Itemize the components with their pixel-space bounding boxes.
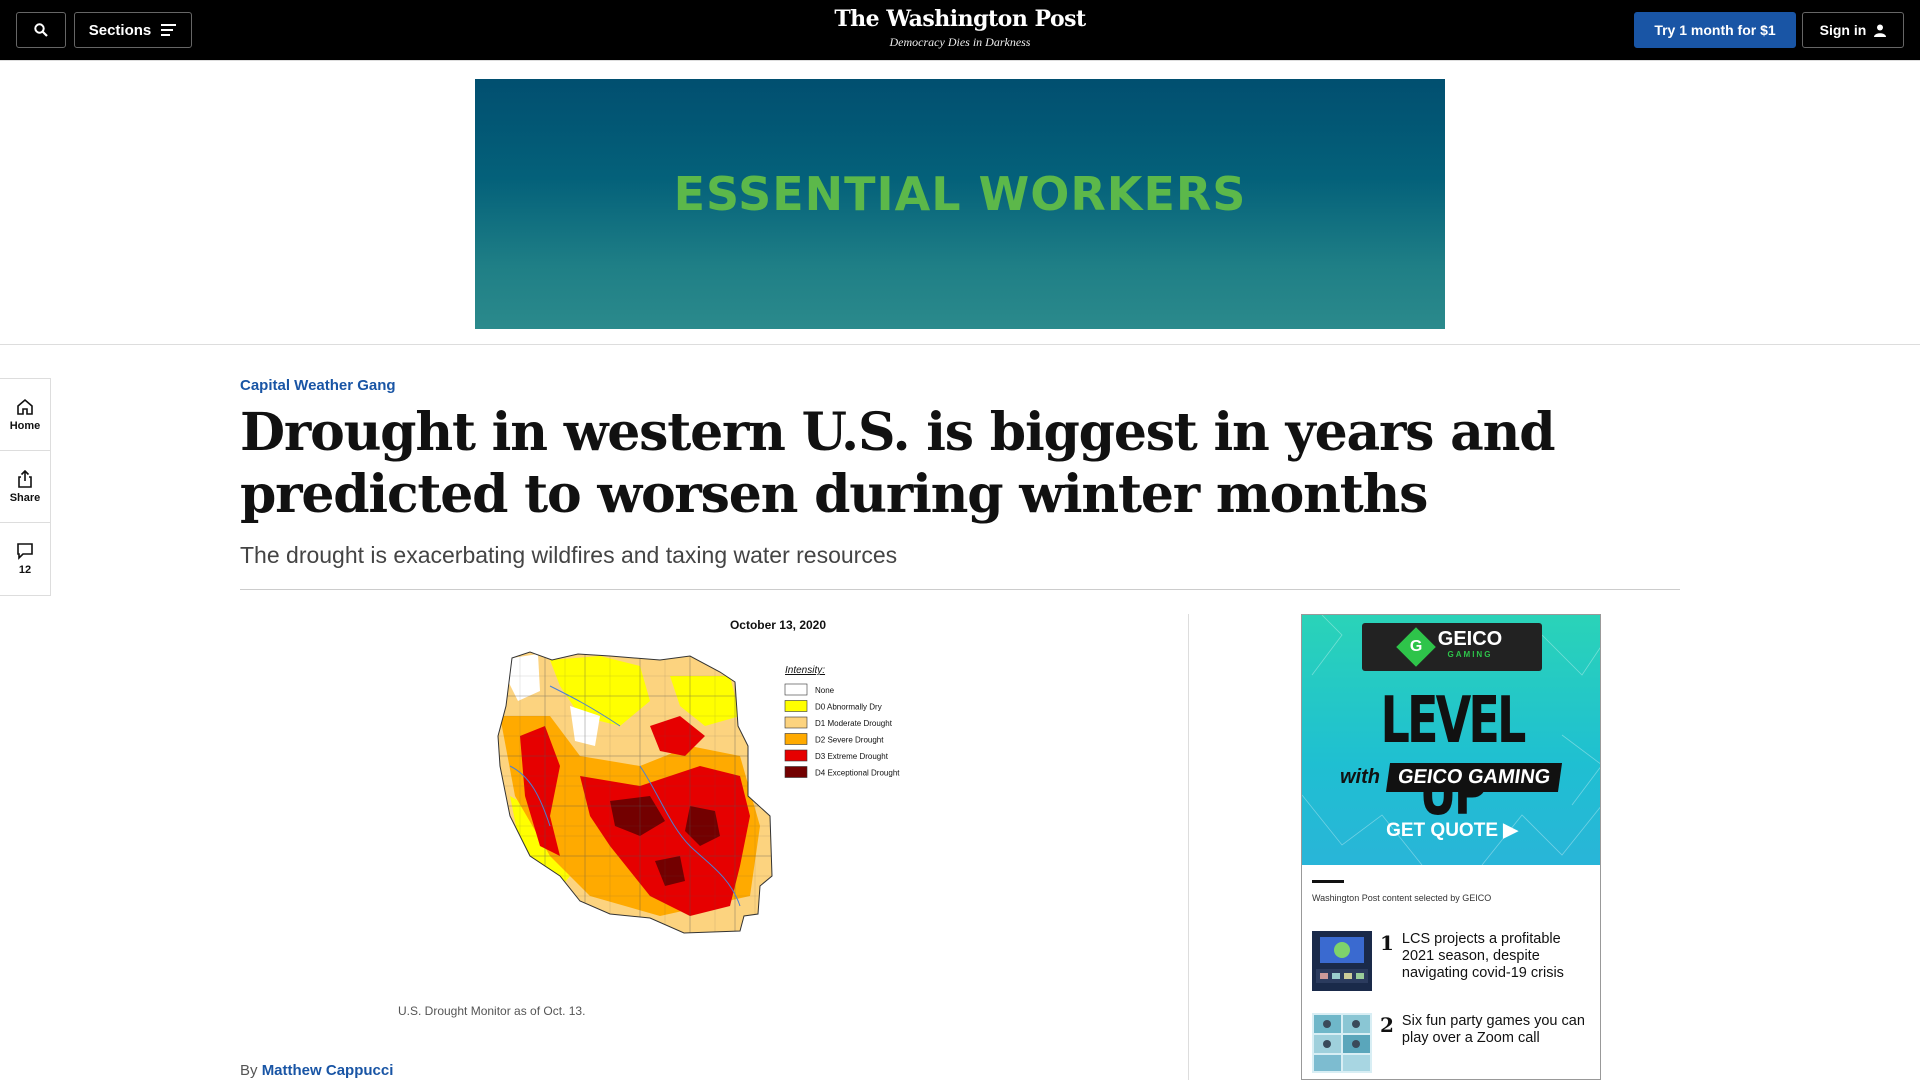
rail-share-label: Share bbox=[9, 491, 41, 504]
share-icon bbox=[18, 469, 32, 488]
section-kicker-link[interactable]: Capital Weather Gang bbox=[240, 377, 396, 394]
legend-label: None bbox=[815, 686, 835, 695]
sidebar-ad: G GEICO GAMING LEVEL UP with GEICO GAMING… bbox=[1301, 614, 1601, 1080]
ad-section-bar bbox=[1312, 880, 1344, 883]
legend-label: D1 Moderate Drought bbox=[815, 719, 893, 728]
top-navigation-bar: Sections The Washington Post Democracy D… bbox=[0, 0, 1920, 60]
geico-g-icon: G bbox=[1395, 627, 1436, 667]
geico-logo: G GEICO GAMING bbox=[1362, 623, 1542, 671]
story-number: 1 bbox=[1380, 931, 1394, 955]
legend-title: Intensity: bbox=[785, 665, 825, 676]
legend-swatch bbox=[784, 766, 808, 778]
banner-ad[interactable]: ESSENTIAL WORKERS bbox=[475, 79, 1445, 329]
legend-label: D3 Extreme Drought bbox=[815, 752, 889, 761]
search-icon bbox=[34, 23, 48, 37]
rail-home-button[interactable]: Home bbox=[0, 379, 50, 451]
logo-name: The Washington Post bbox=[834, 6, 1086, 32]
ad-story-item[interactable]: 1 LCS projects a profitable 2021 season,… bbox=[1312, 931, 1592, 991]
rail-comments-button[interactable]: 12 bbox=[0, 523, 50, 595]
ad-with-brand: GEICO GAMING bbox=[1385, 763, 1563, 792]
banner-ad-container: ESSENTIAL WORKERS bbox=[0, 60, 1920, 345]
ad-selected-by: Washington Post content selected by GEIC… bbox=[1312, 893, 1492, 903]
byline-prefix: By bbox=[240, 1062, 258, 1079]
story-title: Six fun party games you can play over a … bbox=[1401, 1013, 1585, 1046]
search-button[interactable] bbox=[16, 12, 66, 48]
home-icon bbox=[17, 398, 33, 415]
ad-story-item[interactable]: 2 Six fun party games you can play over … bbox=[1312, 1013, 1592, 1073]
column-divider bbox=[1188, 614, 1189, 1080]
legend-label: D0 Abnormally Dry bbox=[815, 703, 882, 712]
sections-menu-button[interactable]: Sections bbox=[74, 12, 192, 48]
subscribe-button[interactable]: Try 1 month for $1 bbox=[1634, 12, 1796, 48]
drought-map-image: Intensity: None D0 Abnormally Dry D1 Moder… bbox=[497, 651, 900, 934]
legend-swatch bbox=[784, 683, 808, 696]
legend-swatch bbox=[784, 716, 808, 729]
get-quote-button[interactable]: GET QUOTE ▶ bbox=[1302, 819, 1600, 842]
map-date: October 13, 2020 bbox=[729, 618, 827, 632]
story-title: LCS projects a profitable 2021 season, d… bbox=[1401, 931, 1564, 981]
drought-map-figure: October 13, 2020 Intensity: None D0 Abno… bbox=[240, 614, 1240, 1024]
sign-in-label: Sign in bbox=[1819, 22, 1867, 38]
legend-label: D2 Severe Drought bbox=[815, 736, 884, 745]
legend-label: D4 Exceptional Drought bbox=[815, 769, 900, 778]
banner-ad-text: ESSENTIAL WORKERS bbox=[673, 167, 1247, 221]
hamburger-icon bbox=[161, 24, 177, 36]
story-thumbnail bbox=[1312, 1013, 1372, 1073]
author-link[interactable]: Matthew Cappucci bbox=[262, 1062, 394, 1079]
legend-swatch bbox=[784, 749, 808, 762]
map-legend: Intensity: None D0 Abnormally Dry D1 Moder… bbox=[784, 665, 900, 778]
user-icon bbox=[1874, 24, 1887, 37]
ad-headline: LEVEL UP bbox=[1380, 684, 1527, 830]
comment-icon bbox=[17, 543, 33, 560]
article-headline: Drought in western U.S. is biggest in ye… bbox=[240, 402, 1556, 525]
comments-count: 12 bbox=[18, 564, 32, 576]
article-subheadline: The drought is exacerbating wildfires an… bbox=[240, 542, 898, 568]
site-logo[interactable]: The Washington Post Democracy Dies in Da… bbox=[760, 6, 1160, 50]
map-caption: U.S. Drought Monitor as of Oct. 13. bbox=[398, 1004, 586, 1018]
sign-in-button[interactable]: Sign in bbox=[1802, 12, 1904, 48]
legend-swatch bbox=[784, 733, 808, 745]
story-thumbnail bbox=[1312, 931, 1372, 991]
ad-with: with bbox=[1340, 766, 1380, 788]
story-number: 2 bbox=[1380, 1013, 1394, 1037]
rail-home-label: Home bbox=[9, 419, 41, 432]
geico-ad-creative[interactable]: G GEICO GAMING LEVEL UP with GEICO GAMING… bbox=[1302, 615, 1600, 865]
left-share-rail: Home Share 12 bbox=[0, 378, 51, 596]
sections-label: Sections bbox=[88, 21, 152, 39]
logo-tagline: Democracy Dies in Darkness bbox=[889, 35, 1031, 49]
rail-share-button[interactable]: Share bbox=[0, 451, 50, 523]
header-divider bbox=[240, 589, 1680, 590]
ad-with-row: with GEICO GAMING bbox=[1340, 763, 1563, 792]
legend-swatch bbox=[784, 700, 808, 712]
byline: By Matthew Cappucci bbox=[240, 1062, 393, 1079]
